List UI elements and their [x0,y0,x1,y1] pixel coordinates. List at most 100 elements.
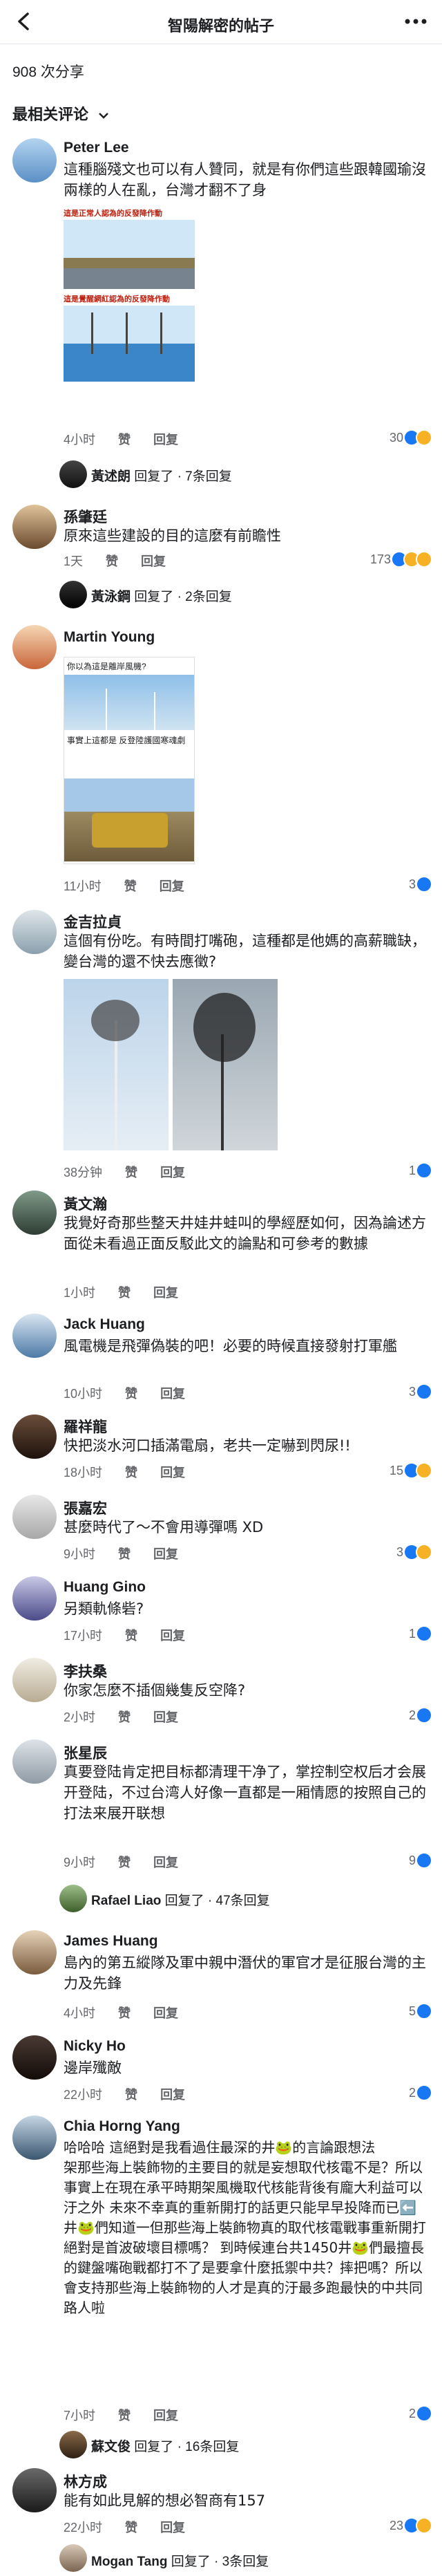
like-button[interactable]: 赞 [118,1286,131,1300]
like-button[interactable]: 赞 [125,1629,137,1643]
view-replies[interactable]: Mogan Tang 回复了 · 3条回复 [91,2551,269,2570]
avatar[interactable] [12,1415,57,1459]
avatar[interactable] [12,1930,57,1975]
like-button[interactable]: 赞 [125,1466,137,1480]
reply-button[interactable]: 回复 [160,879,184,893]
reply-author: 黃述朗 [91,469,131,484]
reply-button[interactable]: 回复 [153,2409,178,2423]
like-button[interactable]: 赞 [125,1166,137,1179]
reaction-count: 2 [408,2406,416,2420]
comment-author[interactable]: 李扶桑 [64,1661,107,1681]
avatar[interactable] [12,910,57,954]
reaction-summary[interactable]: 3 [396,1543,432,1561]
more-options-icon[interactable] [402,11,430,32]
like-button[interactable]: 赞 [118,1710,131,1724]
like-button[interactable]: 赞 [118,433,131,447]
like-button[interactable]: 赞 [124,879,137,893]
avatar[interactable] [12,1739,57,1784]
comment-author[interactable]: 羅祥龍 [64,1416,107,1437]
reply-button[interactable]: 回复 [153,2006,178,2020]
reaction-summary[interactable]: 15 [390,1462,432,1480]
avatar[interactable] [12,2116,57,2160]
avatar[interactable] [12,1576,57,1621]
reaction-summary[interactable]: 23 [390,2517,432,2535]
view-replies[interactable]: 蘇文俊 回复了 · 16条回复 [91,2436,239,2455]
reply-button[interactable]: 回复 [160,1166,185,1179]
sort-label: 最相关评论 [12,106,89,123]
like-button[interactable]: 赞 [118,1547,131,1561]
comment-author[interactable]: 张星辰 [64,1742,107,1763]
like-button[interactable]: 赞 [118,1856,131,1869]
sort-comments-dropdown[interactable]: 最相关评论 [12,102,109,124]
view-replies[interactable]: Rafael Liao 回复了 · 47条回复 [91,1890,270,1909]
comment-author[interactable]: 黃文瀚 [64,1193,107,1214]
like-button[interactable]: 赞 [106,554,118,568]
comment-author[interactable]: Peter Lee [64,140,129,156]
reply-button[interactable]: 回复 [160,2088,185,2102]
avatar[interactable] [12,1191,57,1235]
reaction-summary[interactable]: 1 [409,1161,432,1179]
haha-icon [416,1462,432,1479]
comment-image[interactable]: 這是正常人認為的反發降作動 這是覺醒網紅認為的反發降作動 [64,206,195,393]
reaction-summary[interactable]: 1 [409,1625,432,1643]
avatar[interactable] [12,625,57,669]
comment-image[interactable]: 你以為這是離岸風機? 事實上這都是 反登陸護國寒魂劇 [64,657,195,864]
reply-button[interactable]: 回复 [153,1286,178,1300]
haha-icon [416,429,432,446]
comment-text: 風電機是飛彈偽裝的吧！必要的時候直接發射打軍艦 [64,1338,397,1354]
comment-meta: 22小时 赞 回复 [64,2085,204,2103]
comment-time: 1天 [64,554,84,568]
avatar[interactable] [12,1495,57,1539]
reply-button[interactable]: 回复 [141,554,166,568]
reply-button[interactable]: 回复 [153,1856,178,1869]
comment-image[interactable] [64,979,278,1150]
avatar[interactable] [12,138,57,183]
burning-turbine-image [173,979,278,1150]
comment-author[interactable]: Chia Horng Yang [64,2118,180,2135]
avatar[interactable] [12,505,57,549]
like-button[interactable]: 赞 [125,1387,137,1401]
reply-button[interactable]: 回复 [153,1547,178,1561]
reaction-summary[interactable]: 9 [409,1851,432,1869]
reaction-summary[interactable]: 173 [370,550,432,568]
like-button[interactable]: 赞 [118,2006,131,2020]
comment-author[interactable]: 孫肇廷 [64,506,107,527]
reaction-summary[interactable]: 3 [409,875,432,893]
reaction-summary[interactable]: 5 [409,2002,432,2020]
reaction-summary[interactable]: 2 [409,2405,432,2423]
reply-button[interactable]: 回复 [160,1387,185,1401]
reply-button[interactable]: 回复 [153,1710,178,1724]
comment-text: 這個有份吃。有時間打嘴砲，這種都是他媽的高薪職缺，變台灣的還不快去應徵? [64,933,426,970]
reaction-count: 3 [408,1384,416,1399]
reply-button[interactable]: 回复 [160,1466,185,1480]
view-replies[interactable]: 黃述朗 回复了 · 7条回复 [91,466,232,485]
like-button[interactable]: 赞 [118,2409,131,2423]
comment-author[interactable]: Nicky Ho [64,2038,126,2055]
comment-text: 快把淡水河口插滿電扇，老共一定嚇到閃尿!! [64,1437,351,1454]
diagram-image [64,220,195,289]
comment-author[interactable]: Huang Gino [64,1579,146,1596]
avatar[interactable] [12,2035,57,2080]
reaction-summary[interactable]: 3 [409,1383,432,1401]
comment-author[interactable]: 金吉拉貞 [64,911,122,932]
top-bar: 智陽解密的帖子 [0,0,442,44]
reply-button[interactable]: 回复 [153,433,178,447]
reaction-summary[interactable]: 2 [409,1706,432,1724]
comment-author[interactable]: James Huang [64,1933,158,1950]
comment-author[interactable]: 林方成 [64,2471,107,2492]
comment-author[interactable]: Martin Young [64,629,155,646]
comment-author[interactable]: 張嘉宏 [64,1497,107,1518]
reply-button[interactable]: 回复 [160,2521,185,2535]
comment-author[interactable]: Jack Huang [64,1316,145,1333]
comment-time: 7小时 [64,2409,96,2423]
avatar[interactable] [12,1314,57,1358]
reaction-summary[interactable]: 2 [409,2084,432,2102]
comment-text: 原來這些建設的目的這麼有前瞻性 [64,528,281,544]
reaction-summary[interactable]: 30 [390,429,432,447]
avatar[interactable] [12,2468,57,2512]
reply-button[interactable]: 回复 [160,1629,185,1643]
like-button[interactable]: 赞 [125,2088,137,2102]
avatar[interactable] [12,1658,57,1702]
view-replies[interactable]: 黃泳鋼 回复了 · 2条回复 [91,586,232,605]
like-button[interactable]: 赞 [125,2521,137,2535]
